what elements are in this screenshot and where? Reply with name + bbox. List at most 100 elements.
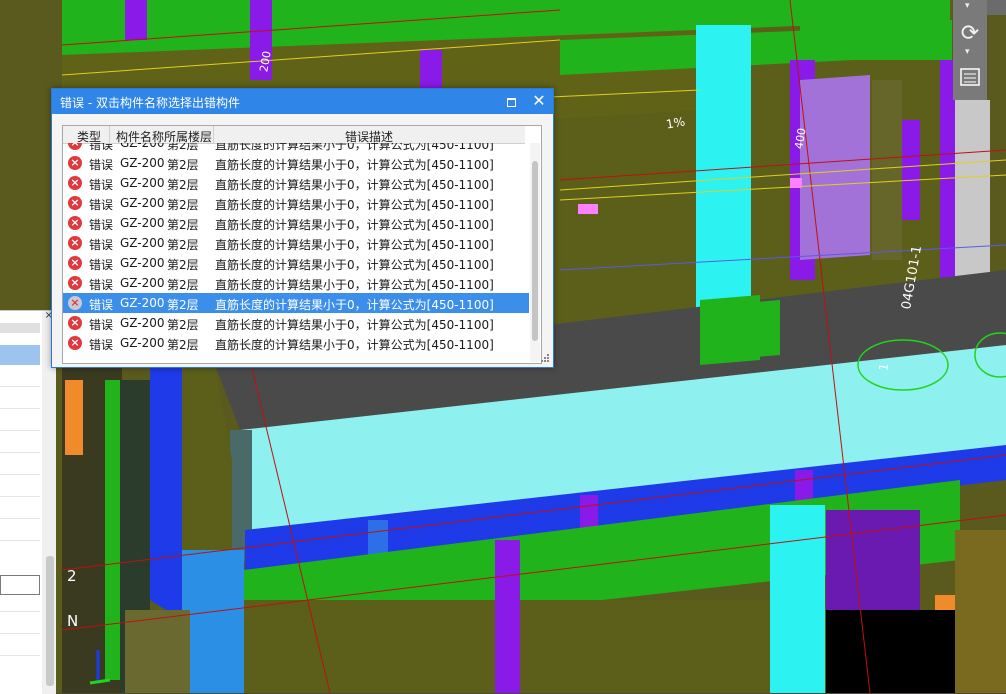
error-type: 错误 — [89, 258, 114, 272]
floor-name: 第2层 — [167, 298, 199, 312]
component-name[interactable]: GZ-200 — [120, 143, 165, 150]
floor-name: 第2层 — [167, 178, 199, 192]
error-row[interactable]: × 错误 GZ-200第2层 直筋长度的计算结果小于0，计算公式为[450-1100] — [63, 143, 529, 153]
side-panel-row[interactable] — [0, 430, 40, 431]
layers-icon[interactable] — [957, 64, 983, 90]
error-dialog: 错误 - 双击构件名称选择出错构件 ✕ 类型 构件名称 所属楼层 错误描述 × 错… — [51, 88, 554, 368]
component-name[interactable]: GZ-200 — [120, 156, 165, 170]
error-description: 直筋长度的计算结果小于0，计算公式为[450-1100] — [215, 238, 494, 252]
component-name[interactable]: GZ-200 — [120, 256, 165, 270]
error-type: 错误 — [89, 218, 114, 232]
error-description: 直筋长度的计算结果小于0，计算公式为[450-1100] — [215, 298, 494, 312]
scrollbar-thumb[interactable] — [532, 161, 538, 341]
error-list-body: ×错误GZ-200第2层直筋长度的计算结果小于0，计算公式为[450-1100]… — [63, 143, 529, 353]
dialog-title-bar[interactable]: 错误 - 双击构件名称选择出错构件 ✕ — [52, 89, 553, 114]
error-type: 错误 — [89, 298, 114, 312]
side-panel-row[interactable] — [0, 518, 40, 519]
floor-name: 第2层 — [167, 218, 199, 232]
side-panel: × — [0, 310, 56, 694]
side-panel-selected-row[interactable] — [0, 345, 40, 365]
maximize-icon[interactable] — [504, 95, 518, 109]
error-x-icon: × — [68, 216, 82, 230]
error-type: 错误 — [89, 278, 114, 292]
grid-label-n: N — [67, 612, 79, 630]
error-x-icon: × — [68, 276, 82, 290]
error-row[interactable]: × 错误 GZ-200第2层 直筋长度的计算结果小于0，计算公式为[450-1100] — [63, 313, 529, 333]
floor-name: 第2层 — [167, 278, 199, 292]
floor-name: 第2层 — [167, 318, 199, 332]
error-x-icon: × — [68, 316, 82, 330]
error-description: 直筋长度的计算结果小于0，计算公式为[450-1100] — [215, 338, 494, 352]
side-panel-scrollbar[interactable] — [46, 556, 54, 686]
side-panel-row[interactable] — [0, 408, 40, 409]
side-panel-row[interactable] — [0, 386, 40, 387]
error-row[interactable]: × 错误 GZ-200第2层 直筋长度的计算结果小于0，计算公式为[450-1100] — [63, 273, 529, 293]
error-list-scrollbar[interactable] — [530, 143, 540, 362]
side-panel-row[interactable] — [0, 496, 40, 497]
floor-name: 第2层 — [167, 338, 199, 352]
error-description: 直筋长度的计算结果小于0，计算公式为[450-1100] — [215, 143, 494, 152]
side-panel-row[interactable] — [0, 540, 40, 541]
error-type: 错误 — [89, 338, 114, 352]
error-type: 错误 — [89, 143, 114, 152]
error-row[interactable]: × 错误 GZ-200第2层 直筋长度的计算结果小于0，计算公式为[450-1100] — [63, 193, 529, 213]
error-type: 错误 — [89, 318, 114, 332]
chevron-down-icon[interactable]: ▾ — [965, 47, 970, 57]
side-panel-row[interactable] — [0, 655, 40, 656]
floor-name: 第2层 — [167, 143, 199, 152]
view-toolbar: ▾ ⟳ ▾ — [953, 0, 987, 100]
component-name[interactable]: GZ-200 — [120, 336, 165, 350]
error-description: 直筋长度的计算结果小于0，计算公式为[450-1100] — [215, 178, 494, 192]
side-panel-row[interactable] — [0, 633, 40, 634]
error-row[interactable]: × 错误 GZ-200第2层 直筋长度的计算结果小于0，计算公式为[450-1100] — [63, 253, 529, 273]
side-panel-row[interactable] — [0, 611, 40, 612]
error-description: 直筋长度的计算结果小于0，计算公式为[450-1100] — [215, 198, 494, 212]
error-description: 直筋长度的计算结果小于0，计算公式为[450-1100] — [215, 258, 494, 272]
error-x-icon: × — [68, 336, 82, 350]
floor-name: 第2层 — [167, 198, 199, 212]
error-x-icon: × — [68, 176, 82, 190]
component-name[interactable]: GZ-200 — [120, 316, 165, 330]
component-name[interactable]: GZ-200 — [120, 216, 165, 230]
resize-grip-icon[interactable] — [540, 353, 550, 363]
component-name[interactable]: GZ-200 — [120, 196, 165, 210]
error-x-icon: × — [68, 196, 82, 210]
error-list-header: 类型 构件名称 所属楼层 错误描述 — [63, 126, 525, 144]
error-type: 错误 — [89, 238, 114, 252]
error-row[interactable]: × 错误 GZ-200第2层 直筋长度的计算结果小于0，计算公式为[450-1100] — [63, 213, 529, 233]
error-description: 直筋长度的计算结果小于0，计算公式为[450-1100] — [215, 278, 494, 292]
chevron-down-icon[interactable]: ▾ — [965, 1, 970, 11]
dialog-title: 错误 - 双击构件名称选择出错构件 — [60, 96, 240, 110]
error-x-icon: × — [68, 156, 82, 170]
error-row[interactable]: × 错误 GZ-200第2层 直筋长度的计算结果小于0，计算公式为[450-1100] — [63, 153, 529, 173]
side-panel-header — [0, 323, 40, 333]
component-name[interactable]: GZ-200 — [120, 236, 165, 250]
side-panel-row[interactable] — [0, 474, 40, 475]
error-list: 类型 构件名称 所属楼层 错误描述 ×错误GZ-200第2层直筋长度的计算结果小… — [62, 125, 542, 364]
side-panel-input[interactable] — [0, 575, 40, 595]
error-x-icon: × — [68, 143, 82, 150]
error-row[interactable]: × 错误 GZ-200第2层 直筋长度的计算结果小于0，计算公式为[450-1100] — [63, 293, 529, 313]
rotate-icon[interactable]: ⟳ — [957, 20, 983, 46]
error-row[interactable]: × 错误 GZ-200第2层 直筋长度的计算结果小于0，计算公式为[450-1100] — [63, 233, 529, 253]
grid-label-2: 2 — [67, 567, 77, 585]
error-description: 直筋长度的计算结果小于0，计算公式为[450-1100] — [215, 158, 494, 172]
floor-name: 第2层 — [167, 258, 199, 272]
component-name[interactable]: GZ-200 — [120, 276, 165, 290]
error-row[interactable]: × 错误 GZ-200第2层 直筋长度的计算结果小于0，计算公式为[450-1100] — [63, 333, 529, 353]
error-type: 错误 — [89, 158, 114, 172]
error-x-icon: × — [68, 256, 82, 270]
error-description: 直筋长度的计算结果小于0，计算公式为[450-1100] — [215, 218, 494, 232]
side-panel-row[interactable] — [0, 452, 40, 453]
floor-name: 第2层 — [167, 238, 199, 252]
error-type: 错误 — [89, 178, 114, 192]
error-type: 错误 — [89, 198, 114, 212]
error-x-icon: × — [68, 296, 82, 310]
component-name[interactable]: GZ-200 — [120, 176, 165, 190]
error-row[interactable]: × 错误 GZ-200第2层 直筋长度的计算结果小于0，计算公式为[450-1100] — [63, 173, 529, 193]
close-icon[interactable]: ✕ — [530, 92, 548, 110]
error-description: 直筋长度的计算结果小于0，计算公式为[450-1100] — [215, 318, 494, 332]
floor-name: 第2层 — [167, 158, 199, 172]
component-name[interactable]: GZ-200 — [120, 296, 165, 310]
error-x-icon: × — [68, 236, 82, 250]
